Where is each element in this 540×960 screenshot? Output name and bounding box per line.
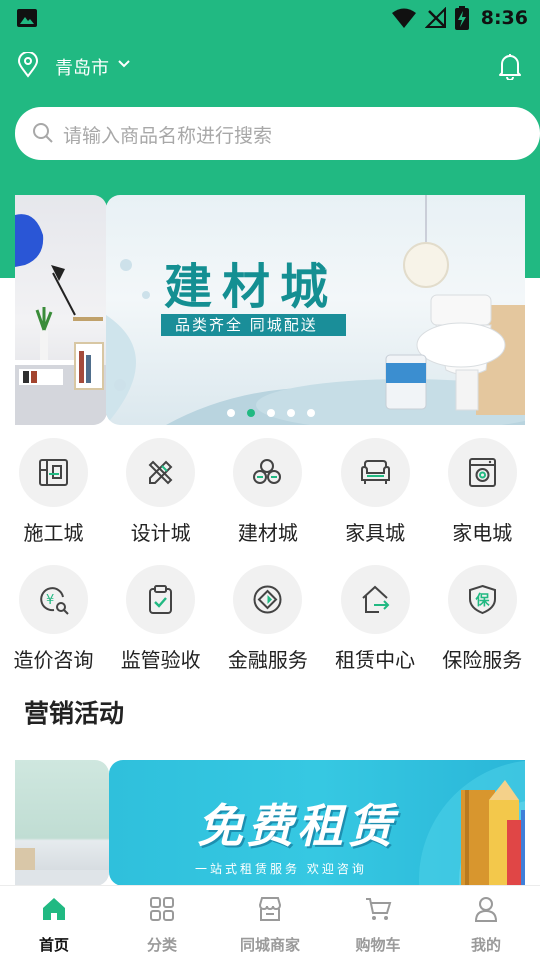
- search-input[interactable]: 请输入商品名称进行搜索: [15, 107, 540, 160]
- tab-grid[interactable]: 分类: [108, 886, 216, 960]
- category-item[interactable]: 家具城: [322, 436, 429, 546]
- materials-icon: [253, 459, 282, 484]
- category-item[interactable]: 施工城: [0, 436, 107, 546]
- shield-insurance-icon: 保: [468, 584, 496, 615]
- banner-slide[interactable]: 建材城 品类齐全 同城配送: [106, 195, 525, 425]
- promo-slide[interactable]: 免费租赁 一站式租赁服务 欢迎咨询: [109, 760, 525, 886]
- no-signal-icon: [424, 7, 446, 28]
- store-icon: [258, 897, 282, 921]
- tab-label: 首页: [38, 936, 69, 954]
- promo-title: 免费租赁: [197, 799, 397, 853]
- category-icon-circle: [126, 438, 196, 507]
- banner-carousel[interactable]: 建材城 品类齐全 同城配送: [15, 195, 525, 425]
- promo-previous-slide[interactable]: [15, 760, 109, 886]
- sofa-icon: [360, 460, 390, 484]
- home-icon: [43, 898, 65, 920]
- category-item[interactable]: ¥ 造价咨询: [0, 563, 107, 673]
- finance-icon: [253, 585, 282, 614]
- tab-label: 分类: [146, 936, 177, 954]
- category-label: 保险服务: [442, 648, 523, 672]
- design-tools-icon: [148, 460, 173, 485]
- carousel-dot[interactable]: [287, 409, 295, 417]
- house-arrow-icon: [361, 585, 390, 613]
- cart-icon: [366, 898, 392, 920]
- carousel-dot[interactable]: [307, 409, 315, 417]
- carousel-dot[interactable]: [247, 409, 255, 417]
- category-icon-circle: 保: [447, 565, 517, 634]
- category-label: 家电城: [452, 521, 513, 545]
- banner-title: 建材城: [164, 259, 339, 315]
- tab-home[interactable]: 首页: [0, 886, 108, 960]
- promo-room-illustration: [15, 848, 109, 886]
- battery-charging-icon: [454, 6, 469, 30]
- carousel-dot[interactable]: [227, 409, 235, 417]
- washing-machine-icon: [468, 458, 496, 487]
- category-label: 监管验收: [120, 648, 201, 672]
- svg-text:保: 保: [474, 592, 490, 609]
- price-search-icon: ¥: [40, 587, 69, 615]
- image-icon: [17, 9, 37, 27]
- wifi-icon: [391, 8, 416, 28]
- banner-previous-slide[interactable]: [15, 195, 107, 425]
- tab-label: 同城商家: [239, 936, 300, 954]
- promo-carousel[interactable]: 免费租赁 一站式租赁服务 欢迎咨询: [15, 760, 525, 886]
- category-label: 造价咨询: [13, 648, 94, 672]
- tab-store[interactable]: 同城商家: [216, 886, 324, 960]
- category-item[interactable]: 保 保险服务: [429, 563, 536, 673]
- bottom-tab-bar: 首页 分类 同城商家 购物车 我的: [0, 885, 540, 960]
- svg-text:¥: ¥: [46, 593, 54, 608]
- category-item[interactable]: 家电城: [429, 436, 536, 546]
- category-label: 建材城: [237, 521, 298, 545]
- banner-subtitle: 品类齐全 同城配送: [161, 314, 346, 336]
- category-label: 施工城: [23, 521, 84, 545]
- tab-label: 购物车: [355, 936, 401, 954]
- category-icon-circle: [233, 438, 303, 507]
- city-selector[interactable]: 青岛市: [55, 54, 109, 80]
- carousel-dot[interactable]: [267, 409, 275, 417]
- location-pin-icon[interactable]: [16, 52, 40, 78]
- category-item[interactable]: 建材城: [214, 436, 321, 546]
- search-icon: [33, 123, 53, 143]
- category-icon-circle: [340, 565, 410, 634]
- promo-subtitle: 一站式租赁服务 欢迎咨询: [195, 862, 367, 876]
- app-screen: 8:36 青岛市 请输入商品名称进行搜索 建材城 品类齐全 同城配送 施工城 设…: [0, 0, 540, 960]
- category-item[interactable]: 租赁中心: [322, 563, 429, 673]
- category-icon-circle: [19, 438, 88, 507]
- grid-icon: [150, 897, 174, 921]
- status-bar: 8:36: [0, 0, 540, 36]
- chevron-down-icon[interactable]: [117, 57, 131, 71]
- blueprint-icon: [39, 459, 68, 486]
- carousel-indicators: [106, 409, 525, 419]
- category-label: 租赁中心: [335, 648, 416, 672]
- category-label: 家具城: [345, 521, 406, 545]
- category-label: 金融服务: [227, 648, 308, 672]
- category-item[interactable]: 设计城: [107, 436, 214, 546]
- user-icon: [474, 897, 498, 922]
- location-bar: 青岛市: [0, 48, 540, 84]
- category-icon-circle: ¥: [19, 565, 88, 634]
- search-placeholder: 请输入商品名称进行搜索: [63, 125, 273, 147]
- category-label: 设计城: [130, 521, 191, 545]
- tab-label: 我的: [470, 936, 501, 954]
- clipboard-check-icon: [149, 585, 173, 614]
- category-item[interactable]: 金融服务: [214, 563, 321, 673]
- tab-cart[interactable]: 购物车: [324, 886, 432, 960]
- category-icon-circle: [126, 565, 196, 634]
- category-icon-circle: [233, 565, 303, 634]
- category-item[interactable]: 监管验收: [107, 563, 214, 673]
- section-title-marketing: 营销活动: [24, 699, 125, 728]
- notification-bell-icon[interactable]: [497, 52, 523, 80]
- category-icon-circle: [340, 438, 410, 507]
- tab-user[interactable]: 我的: [432, 886, 540, 960]
- status-time: 8:36: [480, 7, 528, 29]
- interior-illustration: [15, 214, 107, 425]
- category-icon-circle: [447, 438, 517, 507]
